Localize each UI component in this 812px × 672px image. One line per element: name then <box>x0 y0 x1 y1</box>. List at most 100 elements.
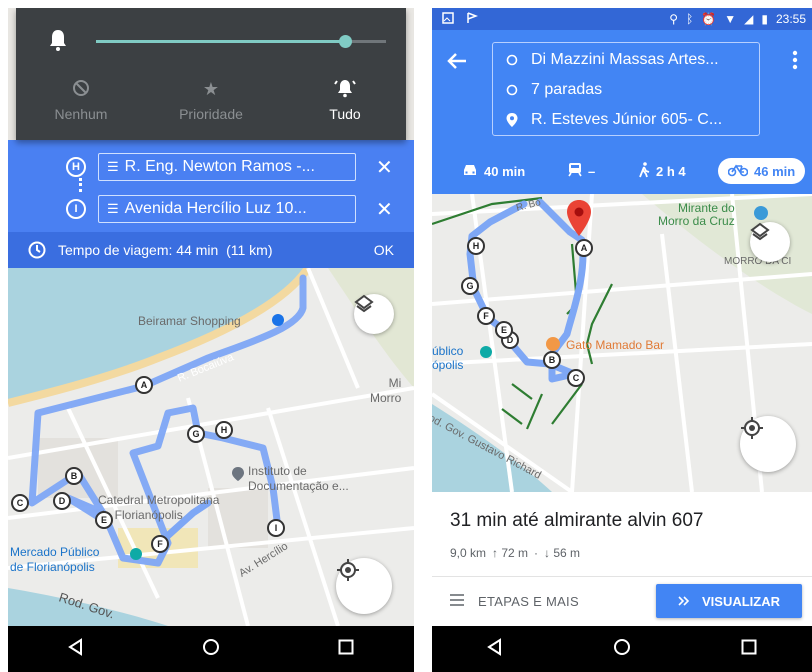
circle-icon <box>493 54 531 66</box>
tab-bike[interactable]: 46 min <box>718 158 806 184</box>
waypoint-row-h: H ☰ R. Eng. Newton Ramos -... ✕ <box>66 152 396 182</box>
eta-text: 31 min até almirante alvin 607 <box>450 510 704 531</box>
mode-priority[interactable]: ★ Prioridade <box>156 76 266 123</box>
route-marker-i[interactable]: I <box>267 519 285 537</box>
route-marker-d[interactable]: D <box>53 492 71 510</box>
steps-and-more-label: ETAPAS E MAIS <box>478 594 579 609</box>
tab-walk-label: 2 h 4 <box>656 163 686 179</box>
car-icon <box>462 163 478 180</box>
route-marker-g[interactable]: G <box>187 425 205 443</box>
map-view[interactable]: Mirante do Morro da Cruz MORRO DA CI Gat… <box>432 194 812 492</box>
stop-count-label: 7 paradas <box>531 81 603 98</box>
tab-walk[interactable]: 2 h 4 <box>638 158 686 184</box>
walk-icon <box>638 161 650 181</box>
remove-waypoint-h-icon[interactable]: ✕ <box>376 155 393 180</box>
map-view[interactable]: Beiramar Shopping R. Bocaiúva Mi Morro I… <box>8 268 414 626</box>
back-arrow-icon[interactable] <box>446 50 468 77</box>
stop-count[interactable]: 7 paradas <box>493 76 761 104</box>
route-marker-f[interactable]: F <box>477 307 495 325</box>
drag-handle-icon[interactable]: ☰ <box>107 159 119 175</box>
tab-drive-label: 40 min <box>484 163 526 179</box>
directions-header: Di Mazzini Massas Artes... 7 paradas R. … <box>432 30 812 148</box>
steps-and-more-button[interactable]: ETAPAS E MAIS <box>450 594 579 609</box>
route-marker-b[interactable]: B <box>543 351 561 369</box>
tab-bike-label: 46 min <box>754 163 796 179</box>
nav-recents-icon[interactable] <box>740 638 758 661</box>
alarm-icon: ⏰ <box>701 12 717 26</box>
signal-icon: ◢ <box>744 12 754 26</box>
wifi-icon: ▼ <box>724 12 737 26</box>
status-time: 23:55 <box>775 12 806 26</box>
stop-destination[interactable]: R. Esteves Júnior 605- C... <box>493 106 761 134</box>
tab-transit-label: – <box>588 163 596 179</box>
mode-all[interactable]: Tudo <box>290 76 400 122</box>
android-nav-bar <box>432 626 812 672</box>
map-label-gato: Gato Mamado Bar <box>566 338 665 352</box>
route-marker-a[interactable]: A <box>575 239 593 257</box>
travel-mode-tabs: 40 min – 2 h 4 46 min <box>432 148 812 194</box>
mode-none[interactable]: Nenhum <box>26 76 136 122</box>
stops-box[interactable]: Di Mazzini Massas Artes... 7 paradas R. … <box>492 42 760 136</box>
flag-notification-icon <box>466 12 479 27</box>
train-icon <box>568 162 582 180</box>
tab-transit[interactable]: – <box>568 158 595 184</box>
travel-time-bar: Tempo de viagem: 44 min (11 km) OK <box>8 232 414 268</box>
map-label-publico: úblico ópolis <box>432 344 464 372</box>
bluetooth-icon: ᛒ <box>686 12 694 26</box>
location-status-icon: ⚲ <box>669 12 679 26</box>
nav-back-icon[interactable] <box>67 637 85 661</box>
my-location-button[interactable] <box>740 416 796 472</box>
stop-destination-label: R. Esteves Júnior 605- C... <box>531 111 723 128</box>
tab-drive[interactable]: 40 min <box>462 158 525 184</box>
bell-ringing-icon <box>334 78 356 101</box>
double-chevron-icon <box>678 594 690 609</box>
route-marker-b[interactable]: B <box>65 467 83 485</box>
map-label-mercado: Mercado Público de Florianópolis <box>10 545 100 574</box>
preview-button[interactable]: VISUALIZAR <box>656 584 802 618</box>
waypoint-field-h[interactable]: ☰ R. Eng. Newton Ramos -... <box>98 153 356 181</box>
volume-slider-knob[interactable] <box>339 35 353 48</box>
stop-origin[interactable]: Di Mazzini Massas Artes... <box>493 46 761 74</box>
layers-button[interactable] <box>354 294 394 334</box>
distance-text: 9,0 km <box>450 546 487 560</box>
sheet-divider <box>432 576 812 577</box>
nav-home-icon[interactable] <box>613 638 631 661</box>
map-label-mirante: Mirante do Morro da Cruz <box>658 201 735 228</box>
route-marker-c[interactable]: C <box>11 494 29 512</box>
route-marker-h[interactable]: H <box>215 421 233 439</box>
volume-slider[interactable] <box>96 35 386 48</box>
preview-label: VISUALIZAR <box>702 593 780 609</box>
nav-home-icon[interactable] <box>202 638 220 661</box>
remove-waypoint-i-icon[interactable]: ✕ <box>376 197 393 222</box>
waypoint-value-h: R. Eng. Newton Ramos -... <box>124 158 315 175</box>
route-marker-c[interactable]: C <box>567 369 585 387</box>
nav-recents-icon[interactable] <box>337 638 355 661</box>
gallery-notification-icon <box>442 12 454 27</box>
drag-handle-icon[interactable]: ☰ <box>107 201 119 217</box>
route-marker-h[interactable]: H <box>467 237 485 255</box>
waypoint-row-i: I ☰ Avenida Hercílio Luz 10... ✕ <box>66 194 396 224</box>
left-phone-screen: Beiramar Shopping R. Bocaiúva Mi Morro I… <box>8 8 414 672</box>
route-marker-e[interactable]: E <box>95 511 113 529</box>
my-location-button[interactable] <box>336 558 392 614</box>
route-marker-e[interactable]: E <box>495 321 513 339</box>
waypoint-field-i[interactable]: ☰ Avenida Hercílio Luz 10... <box>98 195 356 223</box>
waypoint-connector <box>79 178 82 192</box>
circle-icon <box>493 84 531 96</box>
block-icon <box>72 79 90 100</box>
descent-text: ↓ 56 m <box>544 546 581 560</box>
route-marker-f[interactable]: F <box>151 535 169 553</box>
route-marker-g[interactable]: G <box>461 277 479 295</box>
clock-icon <box>28 241 46 259</box>
nav-back-icon[interactable] <box>486 637 504 661</box>
ascent-text: ↑ 72 m <box>492 546 529 560</box>
map-label-instituto: Instituto de Documentação e... <box>248 464 349 493</box>
layers-button[interactable] <box>750 222 790 262</box>
ok-button[interactable]: OK <box>374 242 394 258</box>
route-marker-a[interactable]: A <box>135 376 153 394</box>
right-phone-screen: ⚲ ᛒ ⏰ ▼ ◢ ▮ 23:55 Di Mazzini Massas Arte… <box>432 8 812 672</box>
waypoint-badge-i: I <box>66 199 86 219</box>
more-options-icon[interactable] <box>792 50 798 75</box>
waypoint-badge-h: H <box>66 157 86 177</box>
mode-all-label: Tudo <box>329 106 361 122</box>
